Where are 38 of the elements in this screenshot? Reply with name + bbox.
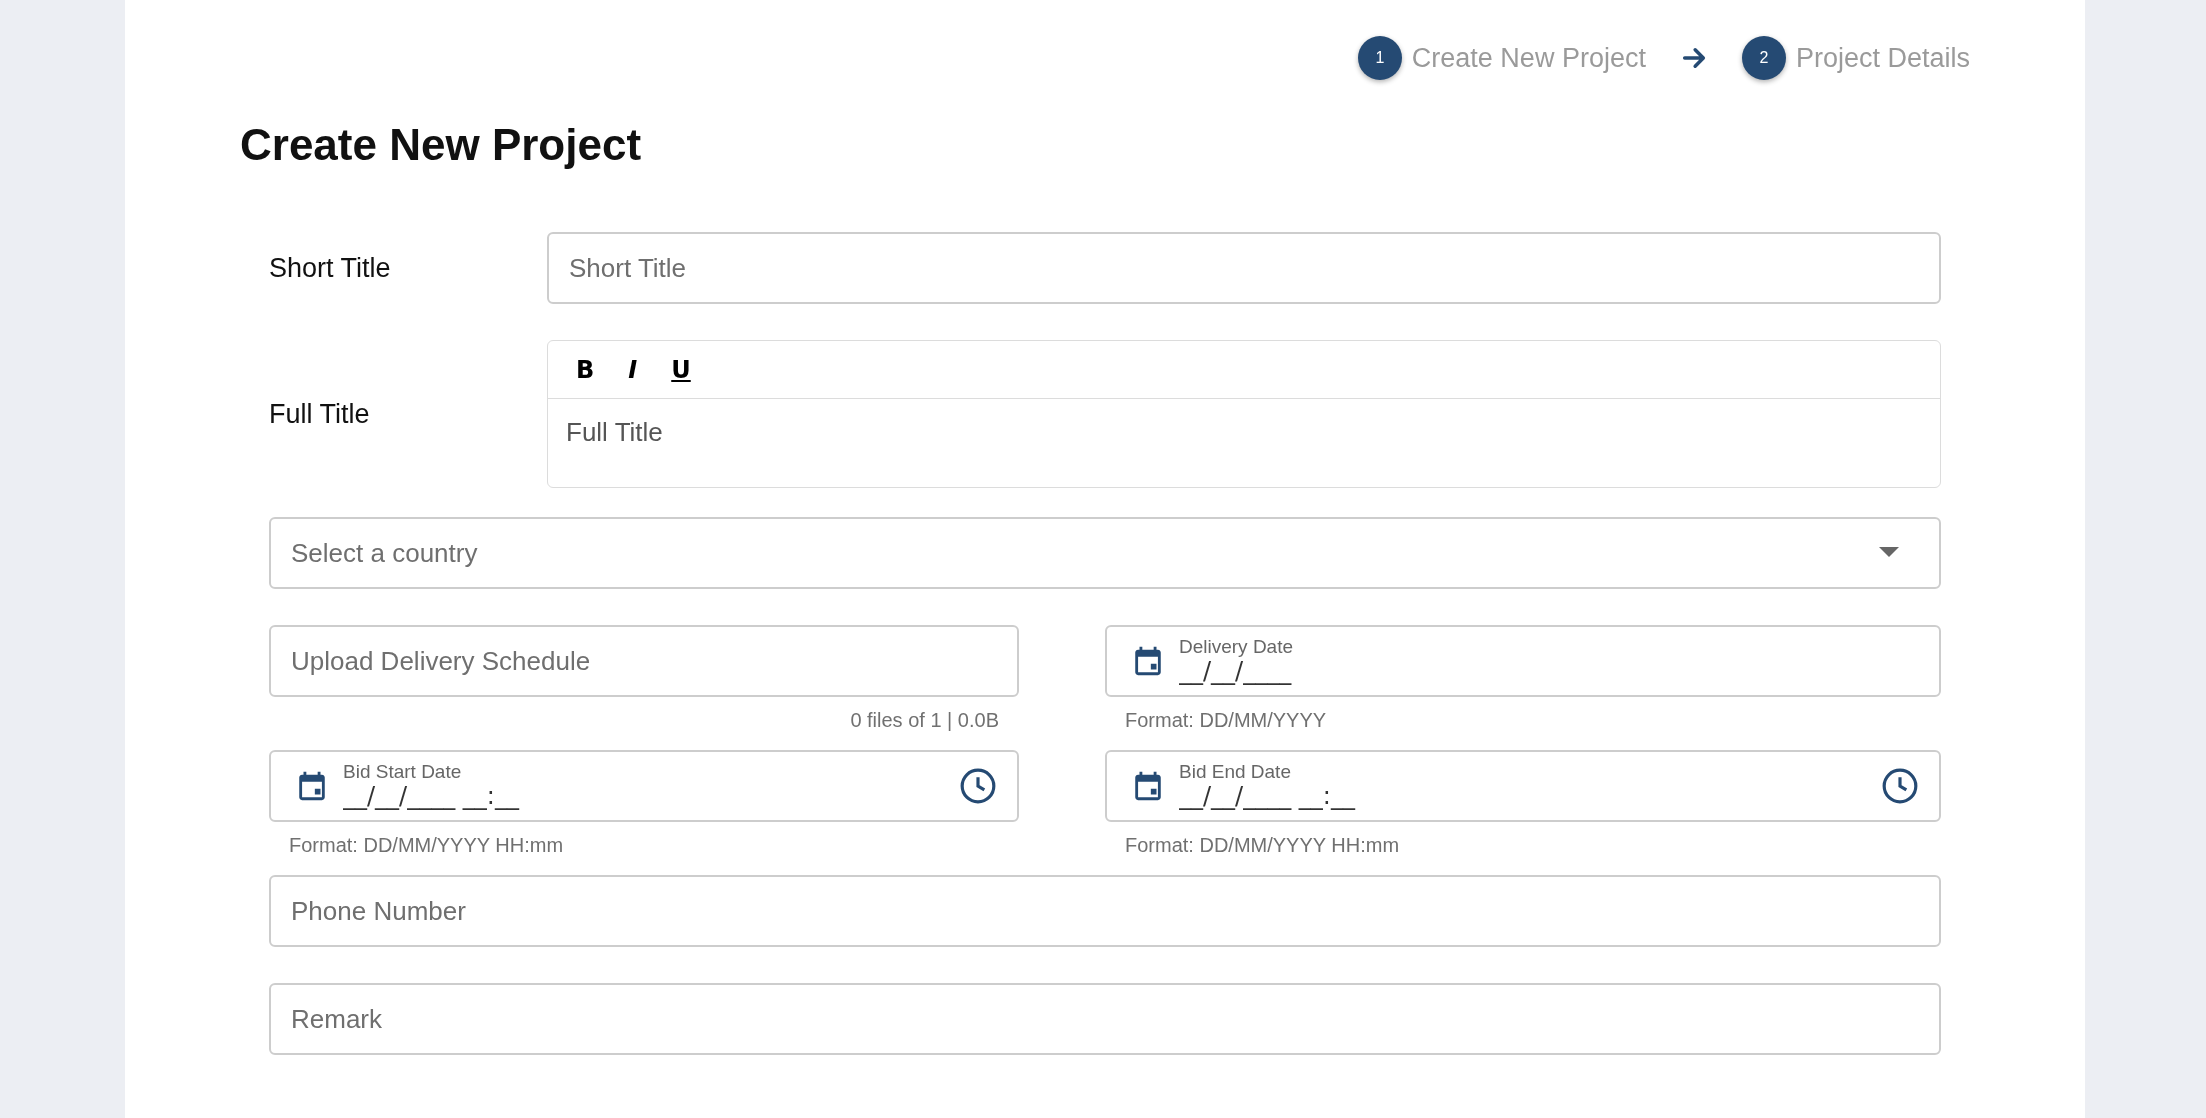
date-input[interactable]: __/__/____ [1179,657,1919,686]
step-label: Create New Project [1411,42,1646,74]
country-select[interactable]: Select a country [269,517,1941,589]
field-label: Full Title [269,398,371,430]
date-input[interactable]: __/__/____ __:__ [1179,782,1867,811]
text-input[interactable]: Short Title [569,252,1919,284]
file-input[interactable]: Upload Delivery Schedule [291,645,997,677]
input-field[interactable]: Short Title [547,232,1941,304]
date-field[interactable]: Delivery Date __/__/____ [1105,625,1941,697]
date-field[interactable]: Bid End Date __/__/____ __:__ [1105,750,1941,822]
date-field[interactable]: Bid Start Date __/__/____ __:__ [269,750,1019,822]
page-title: Create New Project [240,120,643,170]
date-input[interactable]: __/__/____ __:__ [343,782,945,811]
dropdown-icon [1879,547,1899,559]
input-field[interactable]: Remark [269,983,1941,1055]
format-hint: Format: DD/MM/YYYY HH:mm [1124,834,1401,857]
field-label: Bid End Date [1179,761,1292,783]
editor-placeholder: Full Title [565,416,664,449]
file-upload-field[interactable]: Upload Delivery Schedule [269,625,1019,697]
text-input[interactable]: Phone Number [291,895,1919,927]
field-label: Delivery Date [1179,636,1295,658]
field-label: Bid Start Date [343,761,463,783]
underline-button[interactable]: U [665,353,697,386]
input-field[interactable]: Phone Number [269,875,1941,947]
step-label: Project Details [1795,42,1970,74]
format-hint: Format: DD/MM/YYYY HH:mm [288,834,565,857]
select-input[interactable]: Select a country [291,537,1865,569]
text-input[interactable]: Remark [291,1003,1919,1035]
step-number: 1 [1357,36,1402,80]
clock-icon[interactable] [1881,767,1919,805]
rich-text-editor[interactable]: B I U Full Title [547,340,1941,488]
clock-icon[interactable] [959,767,997,805]
field-label: Short Title [269,252,392,284]
bold-button[interactable]: B [570,353,601,386]
format-hint: Format: DD/MM/YYYY [1124,709,1328,732]
italic-button[interactable]: I [622,353,644,386]
file-count: 0 files of 1 | 0.0B [849,709,1000,732]
step-number: 2 [1741,36,1786,80]
